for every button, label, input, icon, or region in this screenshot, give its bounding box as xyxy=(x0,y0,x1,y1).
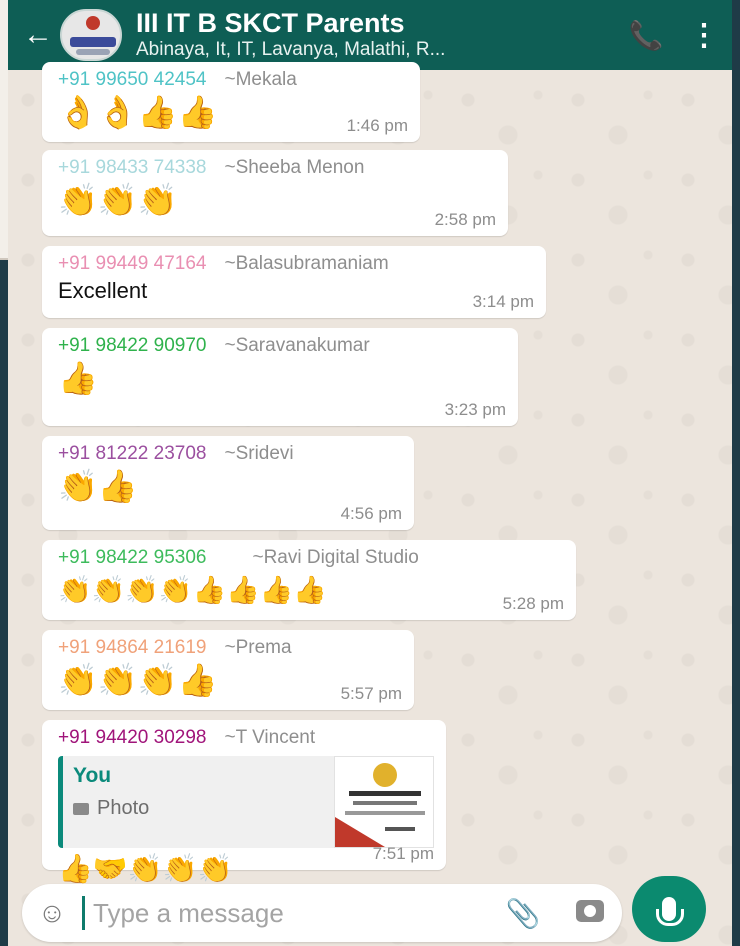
message-sender: +91 98433 74338 ~Sheeba Menon xyxy=(58,156,496,180)
sender-phone[interactable]: +91 98422 95306 xyxy=(58,546,206,570)
camera-icon[interactable] xyxy=(558,899,622,927)
message-time: 1:46 pm xyxy=(346,116,408,135)
message-time: 3:14 pm xyxy=(472,292,534,311)
chat-header: ← III IT B SKCT Parents Abinaya, It, IT,… xyxy=(8,0,732,70)
photo-icon xyxy=(73,802,89,815)
message-time: 2:58 pm xyxy=(434,210,496,229)
message-bubble[interactable]: +91 99449 47164 ~Balasubramaniam Excelle… xyxy=(42,246,546,318)
sender-phone[interactable]: +91 99650 42454 xyxy=(58,68,206,92)
message-sender: +91 99449 47164 ~Balasubramaniam xyxy=(58,252,534,276)
message-bubble[interactable]: +91 98433 74338 ~Sheeba Menon 👏👏👏 2:58 p… xyxy=(42,150,508,236)
quoted-kind: Photo xyxy=(97,797,150,819)
sender-phone[interactable]: +91 98422 90970 xyxy=(58,334,206,358)
message-bubble[interactable]: +91 99650 42454 ~Mekala 👌👌👍👍 1:46 pm xyxy=(42,62,420,142)
message-time: 5:57 pm xyxy=(340,684,402,703)
message-input[interactable] xyxy=(82,896,488,930)
sender-phone[interactable]: +91 94420 30298 xyxy=(58,726,206,750)
message-composer: ☺ 📎 xyxy=(22,884,622,942)
message-time: 5:28 pm xyxy=(502,594,564,613)
message-bubble[interactable]: +91 98422 90970 ~Saravanakumar 👍 3:23 pm xyxy=(42,328,518,426)
message-body: 👏👍 xyxy=(58,468,138,504)
message-time: 7:51 pm xyxy=(372,844,434,863)
sender-phone[interactable]: +91 81222 23708 xyxy=(58,442,206,466)
group-avatar[interactable] xyxy=(60,9,122,61)
more-options-icon[interactable]: ⋮ xyxy=(676,18,732,53)
sender-nickname: ~Ravi Digital Studio xyxy=(252,547,419,568)
sender-nickname: ~T Vincent xyxy=(224,727,316,748)
message-bubble[interactable]: +91 94420 30298 ~T Vincent You Photo 👍🤝👏… xyxy=(42,720,446,884)
back-arrow-icon[interactable]: ← xyxy=(16,18,60,52)
sender-phone[interactable]: +91 99449 47164 xyxy=(58,252,206,276)
message-sender: +91 99650 42454 ~Mekala xyxy=(58,68,408,92)
sender-nickname: ~Balasubramaniam xyxy=(224,253,389,274)
message-body: 👍 xyxy=(58,360,98,396)
sender-nickname: ~Sheeba Menon xyxy=(224,157,365,178)
message-time: 3:23 pm xyxy=(444,400,506,419)
message-body: Excellent xyxy=(58,278,148,303)
add-call-icon[interactable]: 📞 xyxy=(616,19,676,52)
message-time: 4:56 pm xyxy=(340,504,402,523)
group-title: III IT B SKCT Parents xyxy=(136,8,405,38)
message-bubble[interactable]: +91 94864 21619 ~Prema 👏👏👏👍 5:57 pm xyxy=(42,630,414,710)
message-sender: +91 98422 90970 ~Saravanakumar xyxy=(58,334,506,358)
quoted-message[interactable]: You Photo xyxy=(58,756,434,848)
sender-nickname: ~Sridevi xyxy=(224,443,294,464)
sender-nickname: ~Mekala xyxy=(224,69,297,90)
message-body: 👏👏👏 xyxy=(58,182,178,218)
group-info[interactable]: III IT B SKCT Parents Abinaya, It, IT, L… xyxy=(136,8,616,62)
sender-nickname: ~Prema xyxy=(224,637,292,658)
voice-record-button[interactable] xyxy=(632,876,706,942)
message-sender: +91 81222 23708 ~Sridevi xyxy=(58,442,402,466)
group-members: Abinaya, It, IT, Lavanya, Malathi, R... xyxy=(136,39,446,60)
message-sender: +91 94420 30298 ~T Vincent xyxy=(58,726,434,750)
message-body: 👏👏👏👏👍👍👍👍 xyxy=(58,575,327,605)
message-sender: +91 94864 21619 ~Prema xyxy=(58,636,402,660)
quoted-photo-thumbnail[interactable] xyxy=(334,756,434,848)
sender-phone[interactable]: +91 94864 21619 xyxy=(58,636,206,660)
message-bubble[interactable]: +91 81222 23708 ~Sridevi 👏👍 4:56 pm xyxy=(42,436,414,530)
message-bubble[interactable]: +91 98422 95306 ~Ravi Digital Studio 👏👏👏… xyxy=(42,540,576,620)
emoji-icon[interactable]: ☺ xyxy=(22,897,82,929)
message-sender: +91 98422 95306 ~Ravi Digital Studio xyxy=(58,546,564,570)
sender-phone[interactable]: +91 98433 74338 xyxy=(58,156,206,180)
attach-paperclip-icon[interactable]: 📎 xyxy=(488,897,558,930)
sender-nickname: ~Saravanakumar xyxy=(224,335,370,356)
microphone-icon xyxy=(656,897,684,926)
